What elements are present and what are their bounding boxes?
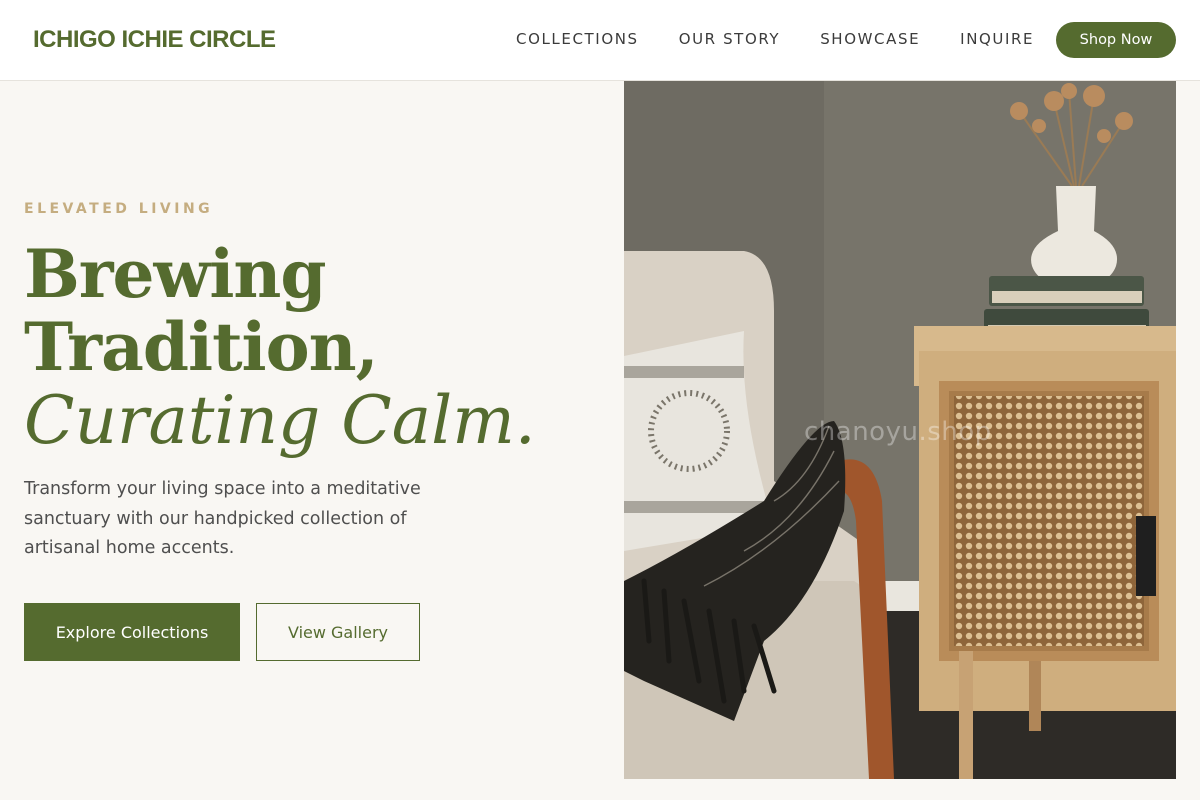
hero-subcopy: Transform your living space into a medit… — [24, 479, 421, 558]
nav-inquire[interactable]: INQUIRE — [960, 30, 1034, 48]
nav-showcase[interactable]: SHOWCASE — [820, 30, 920, 48]
main-nav: COLLECTIONS OUR STORY SHOWCASE INQUIRE — [516, 30, 1074, 48]
hero-eyebrow: ELEVATED LIVING — [24, 201, 214, 217]
shop-now-button[interactable]: Shop Now — [1056, 22, 1176, 58]
site-header: ICHIGO ICHIE CIRCLE COLLECTIONS OUR STOR… — [0, 0, 1200, 81]
brand-logo[interactable]: ICHIGO ICHIE CIRCLE — [33, 26, 276, 54]
explore-collections-button[interactable]: Explore Collections — [24, 603, 240, 661]
headline-line-1: Brewing — [24, 235, 327, 313]
hero-headline: Brewing Tradition, Curating Calm. — [24, 235, 536, 459]
view-gallery-button[interactable]: View Gallery — [256, 603, 420, 661]
headline-line-3: Curating Calm. — [24, 382, 536, 459]
image-watermark: chanoyu.shop — [804, 417, 992, 447]
nav-collections[interactable]: COLLECTIONS — [516, 30, 639, 48]
nav-our-story[interactable]: OUR STORY — [679, 30, 781, 48]
headline-line-2: Tradition, — [24, 308, 379, 386]
